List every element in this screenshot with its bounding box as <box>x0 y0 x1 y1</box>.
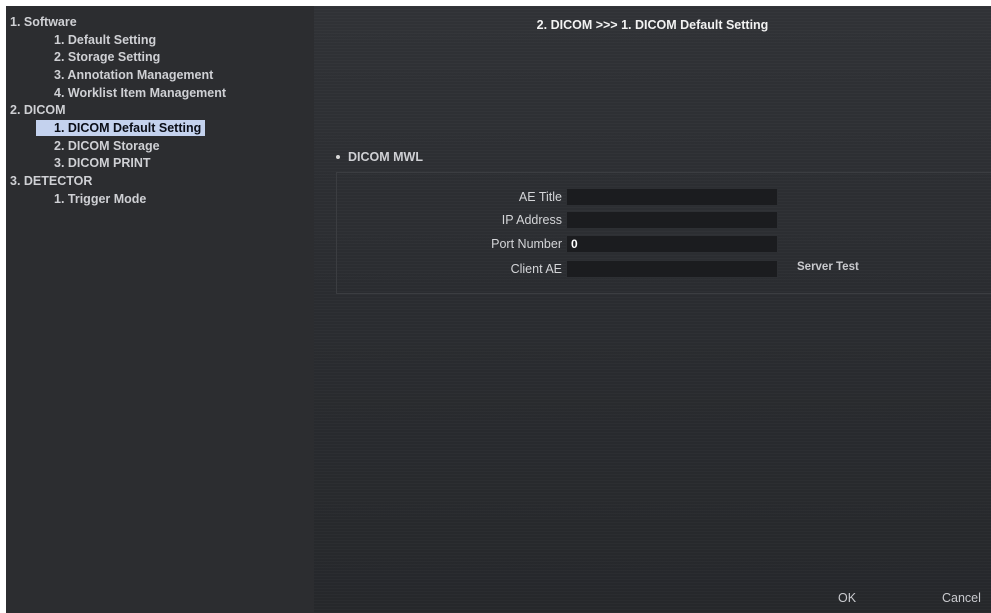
tree-item-detector[interactable]: 3. DETECTOR <box>10 173 92 189</box>
tree-item-trigger-mode[interactable]: 1. Trigger Mode <box>54 191 146 207</box>
tree-item-worklist-item-management[interactable]: 4. Worklist Item Management <box>54 85 226 101</box>
tree-item-default-setting[interactable]: 1. Default Setting <box>54 32 156 48</box>
ok-button[interactable]: OK <box>838 591 856 605</box>
tree-item-dicom-print[interactable]: 3. DICOM PRINT <box>54 155 151 171</box>
tree-item-storage-setting[interactable]: 2. Storage Setting <box>54 49 160 65</box>
ae-title-label: AE Title <box>518 190 562 204</box>
breadcrumb: 2. DICOM >>> 1. DICOM Default Setting <box>536 18 769 32</box>
cancel-button[interactable]: Cancel <box>942 591 981 605</box>
port-number-input[interactable] <box>566 235 778 253</box>
tree-item-dicom-storage[interactable]: 2. DICOM Storage <box>54 138 160 154</box>
settings-content-panel: 2. DICOM >>> 1. DICOM Default Setting DI… <box>314 6 991 613</box>
settings-window: 1. Software 1. Default Setting 2. Storag… <box>6 6 991 613</box>
tree-item-dicom[interactable]: 2. DICOM <box>10 102 66 118</box>
port-number-label: Port Number <box>491 237 562 251</box>
ae-title-input[interactable] <box>566 188 778 206</box>
server-test-button[interactable]: Server Test <box>797 261 859 273</box>
ip-address-input[interactable] <box>566 211 778 229</box>
client-ae-input[interactable] <box>566 260 778 278</box>
tree-item-software[interactable]: 1. Software <box>10 14 77 30</box>
client-ae-label: Client AE <box>510 262 562 276</box>
tree-item-annotation-management[interactable]: 3. Annotation Management <box>54 67 213 83</box>
settings-tree-sidebar: 1. Software 1. Default Setting 2. Storag… <box>6 6 314 613</box>
tree-item-dicom-default-setting[interactable]: 1. DICOM Default Setting <box>36 120 206 136</box>
bullet-icon <box>336 155 340 159</box>
section-title: DICOM MWL <box>348 150 423 164</box>
ip-address-label: IP Address <box>501 213 562 227</box>
